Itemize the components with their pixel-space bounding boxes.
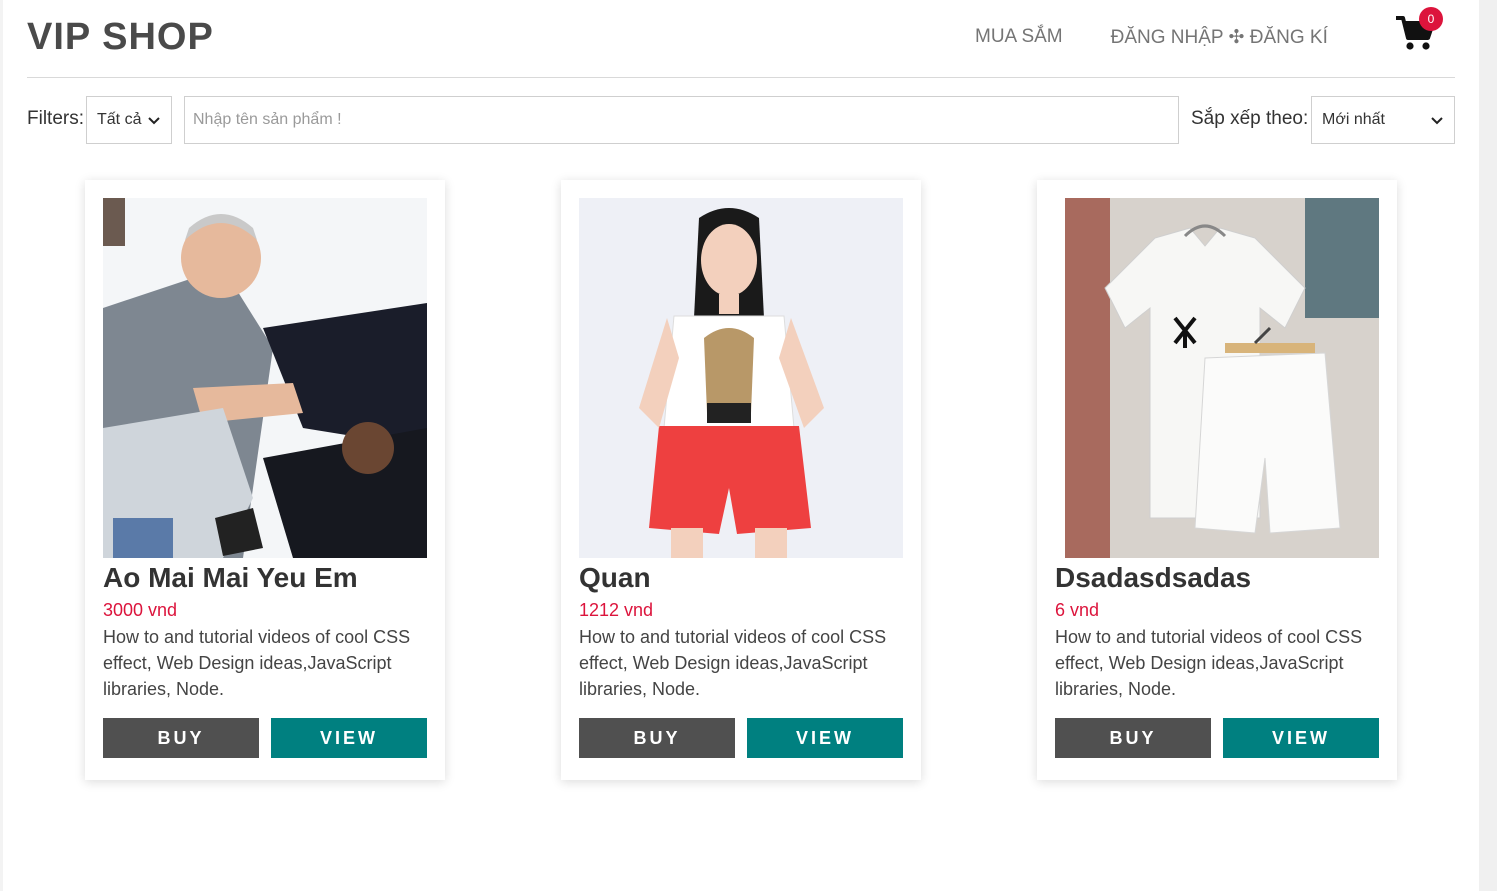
page: VIP SHOP MUA SẮM ĐĂNG NHẬP ✣ ĐĂNG KÍ 0 F… (3, 0, 1479, 891)
cart-count-badge: 0 (1419, 7, 1443, 31)
filters-label: Filters: (27, 108, 84, 129)
product-price: 1212 vnd (579, 600, 654, 620)
sort-select[interactable]: Mới nhất (1311, 96, 1455, 144)
chevron-down-icon (148, 117, 160, 125)
product-card: Quan 1212 vnd How to and tutorial videos… (561, 180, 921, 780)
nav-login-register-link[interactable]: ĐĂNG NHẬP ✣ ĐĂNG KÍ (1111, 26, 1328, 49)
product-price: 6 vnd (1055, 600, 1100, 620)
product-description: How to and tutorial videos of cool CSS e… (103, 627, 411, 699)
page-gutter (1479, 0, 1497, 891)
product-name[interactable]: Ao Mai Mai Yeu Em (103, 562, 358, 594)
sort-label: Sắp xếp theo: (1191, 108, 1309, 129)
main-nav: MUA SẮM ĐĂNG NHẬP ✣ ĐĂNG KÍ (975, 26, 1328, 49)
product-description: How to and tutorial videos of cool CSS e… (579, 627, 887, 699)
product-card: Ao Mai Mai Yeu Em 3000 vnd How to and tu… (85, 180, 445, 780)
product-name[interactable]: Dsadasdsadas (1055, 562, 1251, 594)
category-select-value: Tất cả (97, 111, 142, 128)
filter-bar: Filters: Tất cả Sắp xếp theo: Mới nhất (27, 96, 1455, 144)
product-card: Dsadasdsadas 6 vnd How to and tutorial v… (1037, 180, 1397, 780)
product-description: How to and tutorial videos of cool CSS e… (1055, 627, 1363, 699)
product-name[interactable]: Quan (579, 562, 651, 594)
buy-button[interactable]: BUY (103, 718, 259, 758)
buy-button[interactable]: BUY (579, 718, 735, 758)
chevron-down-icon (1431, 117, 1443, 125)
product-image[interactable] (103, 198, 427, 558)
nav-shop-link[interactable]: MUA SẮM (975, 26, 1063, 49)
view-button[interactable]: VIEW (1223, 718, 1379, 758)
view-button[interactable]: VIEW (747, 718, 903, 758)
product-image[interactable] (1055, 198, 1379, 558)
category-select[interactable]: Tất cả (86, 96, 172, 144)
product-image[interactable] (579, 198, 903, 558)
buy-button[interactable]: BUY (1055, 718, 1211, 758)
product-price: 3000 vnd (103, 600, 178, 620)
site-header: VIP SHOP MUA SẮM ĐĂNG NHẬP ✣ ĐĂNG KÍ 0 (27, 0, 1455, 78)
sort-select-value: Mới nhất (1322, 111, 1385, 128)
site-logo[interactable]: VIP SHOP (27, 16, 214, 59)
view-button[interactable]: VIEW (271, 718, 427, 758)
product-search-input[interactable] (184, 96, 1179, 144)
